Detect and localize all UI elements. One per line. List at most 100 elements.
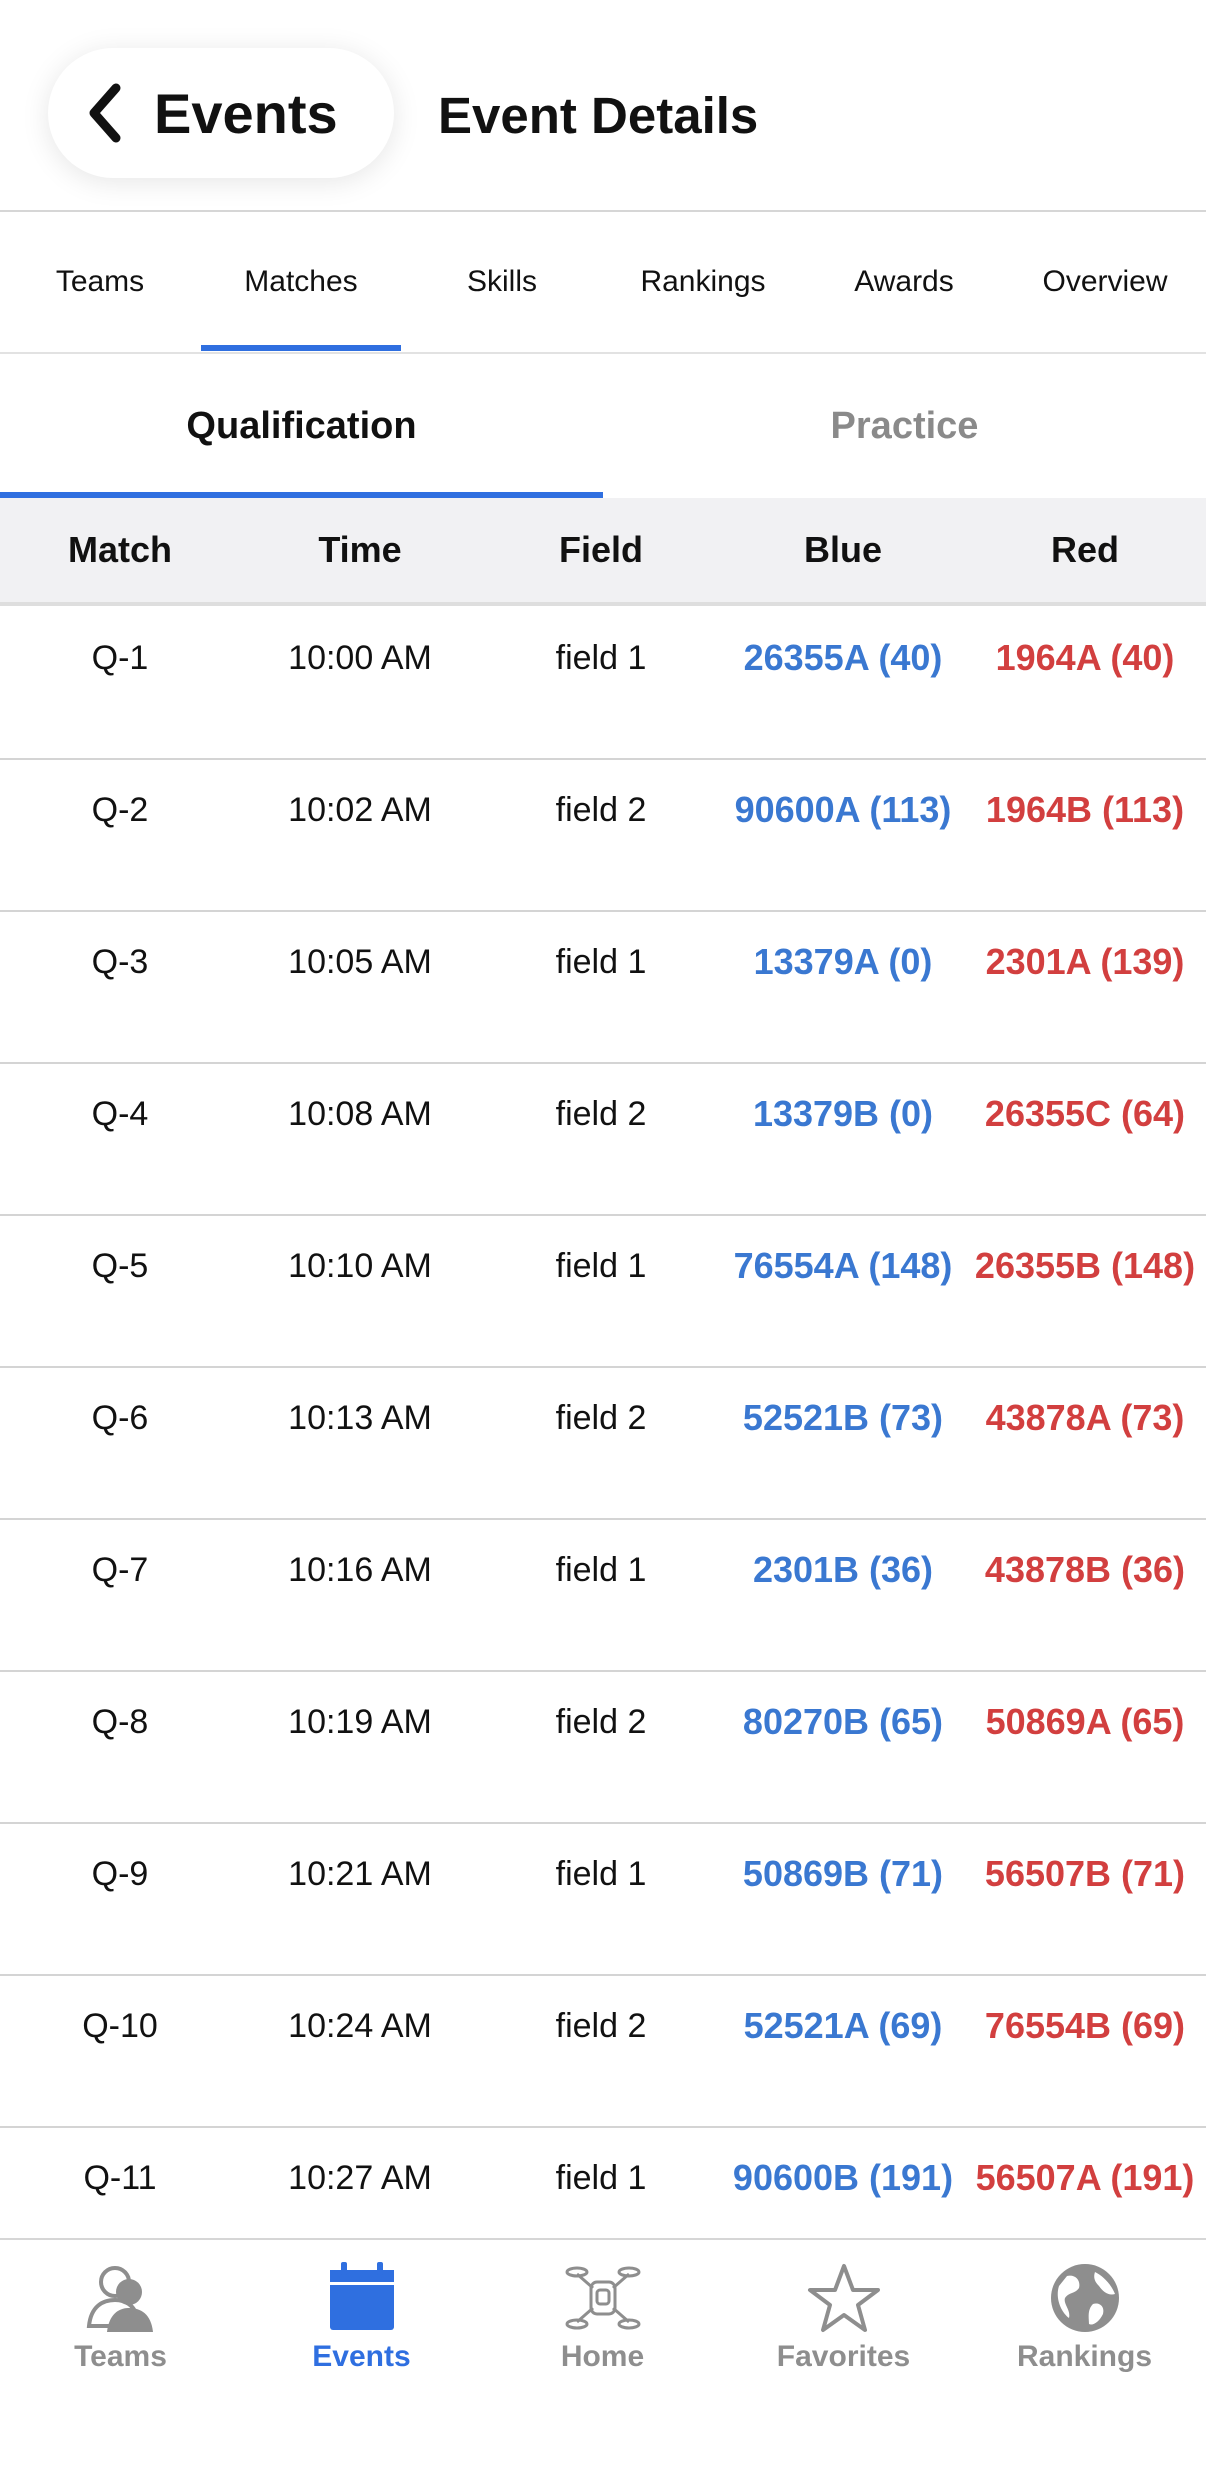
time-cell: 10:05 AM: [288, 943, 432, 981]
tab-matches[interactable]: Matches: [201, 212, 401, 352]
nav-home[interactable]: Home: [482, 2260, 723, 2400]
field-cell: field 2: [555, 791, 647, 829]
match-cell: Q-11: [83, 2159, 157, 2197]
tab-overview[interactable]: Overview: [1005, 212, 1205, 352]
nav-favorites[interactable]: Favorites: [723, 2260, 964, 2400]
teams-icon: [86, 2266, 153, 2332]
match-type-segment: Qualification Practice: [0, 354, 1206, 498]
table-row[interactable]: Q-7 10:16 AM field 1 2301B (36) 43878B (…: [0, 1518, 1206, 1672]
match-cell: Q-6: [91, 1399, 149, 1437]
red-team-cell[interactable]: 50869A (65): [964, 1700, 1206, 1744]
blue-team-cell[interactable]: 80270B (65): [722, 1700, 964, 1744]
nav-label: Rankings: [1016, 2340, 1153, 2373]
nav-label: Favorites: [776, 2340, 911, 2373]
blue-team-cell[interactable]: 13379A (0): [722, 940, 964, 984]
field-cell: field 2: [555, 1399, 647, 1437]
header-red: Red: [1050, 529, 1119, 570]
bottom-tab-bar: Teams Events Home Favorites Rankings: [0, 2238, 1206, 2486]
red-team-cell[interactable]: 1964B (113): [964, 788, 1206, 832]
tab-rankings[interactable]: Rankings: [603, 212, 803, 352]
blue-team-cell[interactable]: 26355A (40): [722, 636, 964, 680]
page-title: Event Details: [438, 87, 759, 144]
time-cell: 10:10 AM: [288, 1247, 432, 1285]
red-team-cell[interactable]: 2301A (139): [964, 940, 1206, 984]
table-row[interactable]: Q-8 10:19 AM field 2 80270B (65) 50869A …: [0, 1670, 1206, 1824]
table-row[interactable]: Q-9 10:21 AM field 1 50869B (71) 56507B …: [0, 1822, 1206, 1976]
back-button[interactable]: Events: [48, 48, 394, 178]
red-team-cell[interactable]: 43878A (73): [964, 1396, 1206, 1440]
red-team-cell[interactable]: 26355C (64): [964, 1092, 1206, 1136]
match-cell: Q-7: [91, 1551, 149, 1589]
header-time: Time: [318, 529, 402, 570]
match-list: Q-1 10:00 AM field 1 26355A (40) 1964A (…: [0, 606, 1206, 2238]
calendar-icon: [329, 2262, 394, 2330]
time-cell: 10:02 AM: [288, 791, 432, 829]
back-label: Events: [154, 81, 338, 145]
field-cell: field 1: [555, 943, 647, 981]
match-cell: Q-9: [91, 1855, 149, 1893]
nav-events[interactable]: Events: [241, 2260, 482, 2400]
blue-team-cell[interactable]: 90600B (191): [722, 2156, 964, 2200]
blue-team-cell[interactable]: 50869B (71): [722, 1852, 964, 1896]
blue-team-cell[interactable]: 13379B (0): [722, 1092, 964, 1136]
header-blue: Blue: [803, 529, 882, 570]
table-row[interactable]: Q-6 10:13 AM field 2 52521B (73) 43878A …: [0, 1366, 1206, 1520]
field-cell: field 2: [555, 1095, 647, 1133]
match-cell: Q-1: [91, 639, 149, 677]
tab-indicator: [201, 345, 401, 351]
match-cell: Q-5: [91, 1247, 149, 1285]
table-row[interactable]: Q-10 10:24 AM field 2 52521A (69) 76554B…: [0, 1974, 1206, 2128]
match-cell: Q-4: [91, 1095, 149, 1133]
event-tabs: Teams Matches Skills Rankings Awards Ove…: [0, 212, 1206, 354]
nav-rankings[interactable]: Rankings: [964, 2260, 1205, 2400]
tab-awards[interactable]: Awards: [804, 212, 1004, 352]
red-team-cell[interactable]: 43878B (36): [964, 1548, 1206, 1592]
field-cell: field 1: [555, 1247, 647, 1285]
time-cell: 10:27 AM: [288, 2159, 432, 2197]
segment-qualification[interactable]: Qualification: [0, 354, 603, 498]
red-team-cell[interactable]: 56507A (191): [964, 2156, 1206, 2200]
table-header: Match Time Field Blue Red: [0, 498, 1206, 606]
match-cell: Q-2: [91, 791, 149, 829]
time-cell: 10:08 AM: [288, 1095, 432, 1133]
star-icon: [807, 2264, 880, 2332]
time-cell: 10:24 AM: [288, 2007, 432, 2045]
blue-team-cell[interactable]: 52521B (73): [722, 1396, 964, 1440]
nav-label: Events: [312, 2340, 411, 2373]
red-team-cell[interactable]: 76554B (69): [964, 2004, 1206, 2048]
table-row[interactable]: Q-5 10:10 AM field 1 76554A (148) 26355B…: [0, 1214, 1206, 1368]
field-cell: field 1: [555, 2159, 647, 2197]
time-cell: 10:13 AM: [288, 1399, 432, 1437]
blue-team-cell[interactable]: 52521A (69): [722, 2004, 964, 2048]
nav-label: Teams: [74, 2340, 167, 2373]
globe-icon: [1050, 2264, 1119, 2332]
table-row[interactable]: Q-11 10:27 AM field 1 90600B (191) 56507…: [0, 2126, 1206, 2238]
chevron-left-icon: [89, 83, 121, 143]
nav-teams[interactable]: Teams: [0, 2260, 241, 2400]
time-cell: 10:00 AM: [288, 639, 432, 677]
red-team-cell[interactable]: 1964A (40): [964, 636, 1206, 680]
table-row[interactable]: Q-2 10:02 AM field 2 90600A (113) 1964B …: [0, 758, 1206, 912]
robot-icon: [565, 2266, 640, 2330]
header-field: Field: [558, 529, 643, 570]
time-cell: 10:16 AM: [288, 1551, 432, 1589]
field-cell: field 2: [555, 1703, 647, 1741]
match-cell: Q-8: [91, 1703, 149, 1741]
table-row[interactable]: Q-3 10:05 AM field 1 13379A (0) 2301A (1…: [0, 910, 1206, 1064]
header-match: Match: [67, 529, 172, 570]
blue-team-cell[interactable]: 90600A (113): [722, 788, 964, 832]
red-team-cell[interactable]: 26355B (148): [964, 1244, 1206, 1288]
segment-practice[interactable]: Practice: [603, 354, 1206, 498]
header-bar: Events Event Details: [0, 0, 1206, 212]
time-cell: 10:21 AM: [288, 1855, 432, 1893]
field-cell: field 2: [555, 2007, 647, 2045]
field-cell: field 1: [555, 1551, 647, 1589]
blue-team-cell[interactable]: 76554A (148): [722, 1244, 964, 1288]
table-row[interactable]: Q-1 10:00 AM field 1 26355A (40) 1964A (…: [0, 606, 1206, 760]
red-team-cell[interactable]: 56507B (71): [964, 1852, 1206, 1896]
tab-skills[interactable]: Skills: [402, 212, 602, 352]
tab-teams[interactable]: Teams: [0, 212, 200, 352]
table-row[interactable]: Q-4 10:08 AM field 2 13379B (0) 26355C (…: [0, 1062, 1206, 1216]
match-cell: Q-10: [82, 2007, 158, 2045]
blue-team-cell[interactable]: 2301B (36): [722, 1548, 964, 1592]
